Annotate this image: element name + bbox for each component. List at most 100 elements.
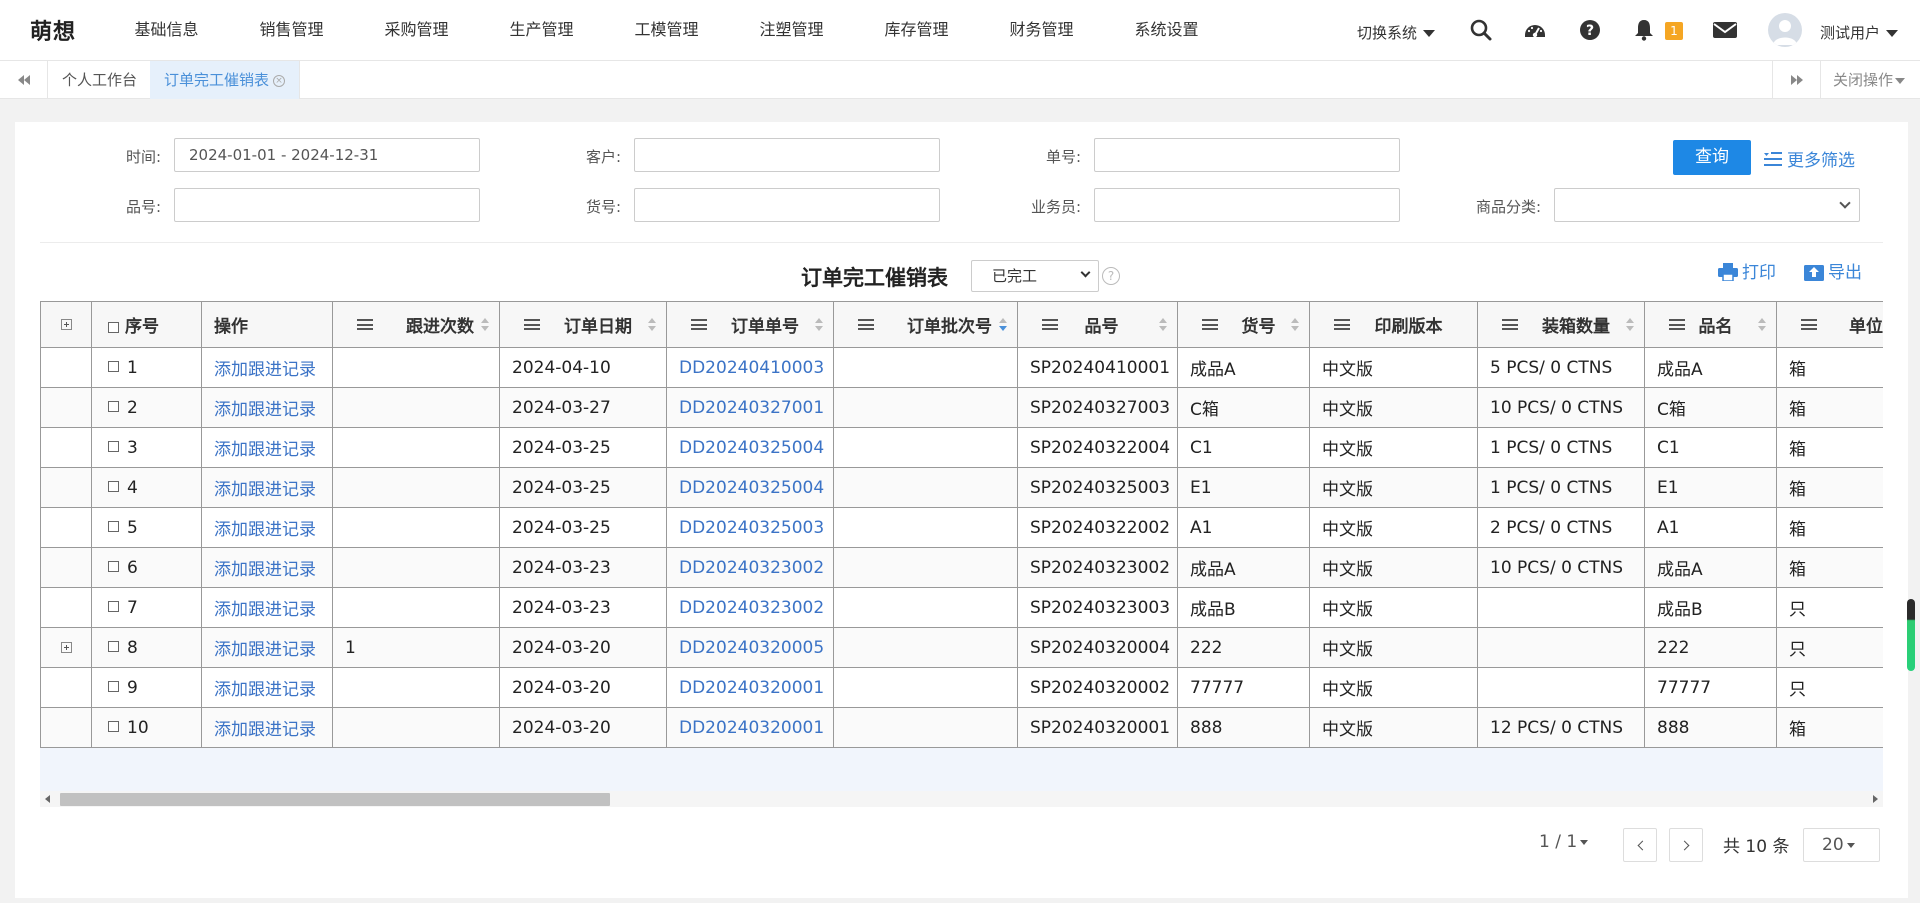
next-page-button[interactable] <box>1669 828 1703 862</box>
col-order-date[interactable]: 订单日期 <box>499 301 667 348</box>
sort-icon[interactable] <box>648 318 656 332</box>
sort-icon[interactable] <box>1291 318 1299 332</box>
dashboard-icon[interactable] <box>1523 18 1547 42</box>
row-checkbox[interactable] <box>108 680 119 692</box>
order-no-link[interactable]: DD20240320005 <box>679 638 824 658</box>
add-follow-record-link[interactable]: 添加跟进记录 <box>214 400 316 420</box>
horizontal-scrollbar[interactable] <box>40 791 1883 807</box>
order-no-link[interactable]: DD20240327001 <box>679 398 824 418</box>
scroll-right-arrow-icon[interactable] <box>1873 795 1878 803</box>
add-follow-record-link[interactable]: 添加跟进记录 <box>214 520 316 540</box>
customer-input[interactable] <box>634 138 940 172</box>
table-row[interactable]: 9 添加跟进记录 2024-03-20 DD20240320001 SP20240320… <box>40 667 1883 708</box>
row-checkbox[interactable] <box>108 440 119 452</box>
tab-order-completion-report[interactable]: 订单完工催销表 × <box>150 61 301 99</box>
app-logo[interactable]: 萌想 <box>30 14 76 46</box>
order-no-link[interactable]: DD20240325003 <box>679 518 824 538</box>
print-button[interactable]: 打印 <box>1718 258 1776 283</box>
col-follow-count[interactable]: 跟进次数 <box>332 301 500 348</box>
sort-icon[interactable] <box>1758 318 1766 332</box>
search-icon[interactable] <box>1469 18 1493 42</box>
product-no-input[interactable] <box>174 188 480 222</box>
col-print-version[interactable]: 印刷版本 <box>1309 301 1478 348</box>
menu-item-injection[interactable]: 注塑管理 <box>729 0 854 60</box>
add-follow-record-link[interactable]: 添加跟进记录 <box>214 440 316 460</box>
menu-item-basic-info[interactable]: 基础信息 <box>104 0 229 60</box>
col-product-no[interactable]: 品号 <box>1017 301 1178 348</box>
order-no-link[interactable]: DD20240320001 <box>679 678 824 698</box>
column-menu-icon[interactable] <box>1202 319 1218 330</box>
add-follow-record-link[interactable]: 添加跟进记录 <box>214 600 316 620</box>
prev-page-button[interactable] <box>1623 828 1657 862</box>
goods-no-input[interactable] <box>634 188 940 222</box>
column-menu-icon[interactable] <box>691 319 707 330</box>
vertical-scroll-indicator[interactable] <box>1907 599 1915 671</box>
help-circle-icon[interactable]: ? <box>1578 18 1602 42</box>
sort-desc-icon[interactable] <box>999 318 1007 332</box>
sort-icon[interactable] <box>815 318 823 332</box>
menu-item-inventory[interactable]: 库存管理 <box>854 0 979 60</box>
sort-icon[interactable] <box>481 318 489 332</box>
order-no-link[interactable]: DD20240323002 <box>679 598 824 618</box>
table-row[interactable]: 5 添加跟进记录 2024-03-25 DD20240325003 SP20240322… <box>40 507 1883 548</box>
tab-personal-workbench[interactable]: 个人工作台 <box>48 61 153 99</box>
user-menu[interactable]: 测试用户 <box>1820 22 1899 43</box>
table-row[interactable]: 1 添加跟进记录 2024-04-10 DD20240410003 SP20240410… <box>40 347 1883 388</box>
sort-icon[interactable] <box>1159 318 1167 332</box>
col-product-name[interactable]: 品名 <box>1644 301 1777 348</box>
col-seq[interactable]: 序号 <box>91 301 202 348</box>
row-checkbox[interactable] <box>108 720 119 732</box>
row-checkbox[interactable] <box>108 400 119 412</box>
menu-item-purchase[interactable]: 采购管理 <box>354 0 479 60</box>
column-menu-icon[interactable] <box>357 319 373 330</box>
row-checkbox[interactable] <box>108 520 119 532</box>
completion-status-select[interactable]: 已完工 <box>971 260 1099 292</box>
col-order-no[interactable]: 订单单号 <box>666 301 834 348</box>
table-row[interactable]: 4 添加跟进记录 2024-03-25 DD20240325004 SP20240325… <box>40 467 1883 508</box>
close-operations-dropdown[interactable]: 关闭操作 <box>1820 61 1920 99</box>
column-menu-icon[interactable] <box>1669 319 1685 330</box>
mail-icon[interactable] <box>1712 18 1738 42</box>
col-pack-qty[interactable]: 装箱数量 <box>1477 301 1645 348</box>
tabs-scroll-right-button[interactable] <box>1772 61 1820 99</box>
order-no-link[interactable]: DD20240325004 <box>679 478 824 498</box>
salesman-input[interactable] <box>1094 188 1400 222</box>
column-menu-icon[interactable] <box>524 319 540 330</box>
column-menu-icon[interactable] <box>1801 319 1817 330</box>
col-goods-no[interactable]: 货号 <box>1177 301 1310 348</box>
order-no-input[interactable] <box>1094 138 1400 172</box>
page-size-select[interactable]: 20 <box>1803 828 1880 862</box>
col-unit[interactable]: 单位 <box>1776 301 1883 348</box>
add-follow-record-link[interactable]: 添加跟进记录 <box>214 720 316 740</box>
export-button[interactable]: 导出 <box>1804 258 1862 283</box>
page-indicator[interactable]: 1 / 1 <box>1539 832 1589 852</box>
table-row[interactable]: 10 添加跟进记录 2024-03-20 DD20240320001 SP2024032… <box>40 707 1883 748</box>
add-follow-record-link[interactable]: 添加跟进记录 <box>214 560 316 580</box>
menu-item-production[interactable]: 生产管理 <box>479 0 604 60</box>
switch-system-dropdown[interactable]: 切换系统 <box>1357 22 1436 43</box>
date-range-input[interactable] <box>174 138 480 172</box>
question-icon[interactable]: ? <box>1102 267 1120 285</box>
row-checkbox[interactable] <box>108 640 119 652</box>
row-checkbox[interactable] <box>108 360 119 372</box>
add-follow-record-link[interactable]: 添加跟进记录 <box>214 360 316 380</box>
expand-all-header[interactable] <box>40 301 92 348</box>
col-batch-no[interactable]: 订单批次号 <box>833 301 1018 348</box>
order-no-link[interactable]: DD20240410003 <box>679 358 824 378</box>
row-checkbox[interactable] <box>108 600 119 612</box>
avatar[interactable] <box>1768 13 1802 47</box>
table-row[interactable]: 2 添加跟进记录 2024-03-27 DD20240327001 SP20240327… <box>40 387 1883 428</box>
bell-icon[interactable] <box>1632 18 1656 42</box>
select-all-checkbox[interactable] <box>108 321 119 333</box>
order-no-link[interactable]: DD20240320001 <box>679 718 824 738</box>
row-checkbox[interactable] <box>108 480 119 492</box>
menu-item-mold[interactable]: 工模管理 <box>604 0 729 60</box>
row-expand-cell[interactable] <box>40 627 92 668</box>
table-row[interactable]: 8 添加跟进记录 1 2024-03-20 DD20240320005 SP2024032… <box>40 627 1883 668</box>
more-filter-button[interactable]: 更多筛选 <box>1763 146 1855 171</box>
order-no-link[interactable]: DD20240325004 <box>679 438 824 458</box>
category-select[interactable] <box>1554 188 1860 222</box>
table-row[interactable]: 6 添加跟进记录 2024-03-23 DD20240323002 SP20240323… <box>40 547 1883 588</box>
tabs-scroll-left-button[interactable] <box>0 61 48 99</box>
column-menu-icon[interactable] <box>1042 319 1058 330</box>
